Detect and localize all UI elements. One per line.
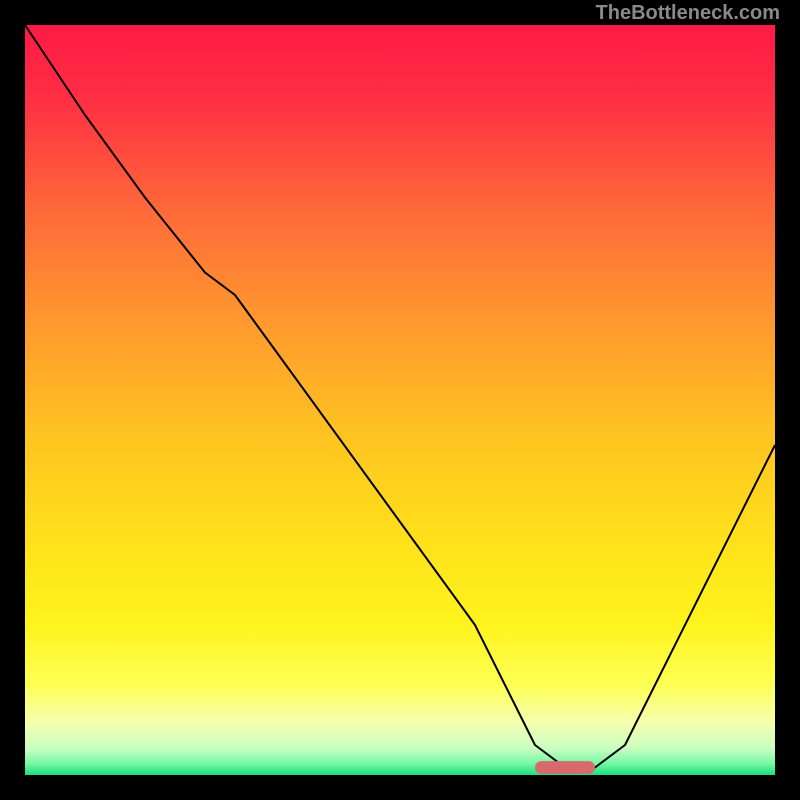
optimal-range-marker [535,761,595,774]
chart-frame: TheBottleneck.com [0,0,800,800]
gradient-background [25,25,775,775]
bottleneck-chart [25,25,775,775]
watermark-text: TheBottleneck.com [596,2,780,25]
